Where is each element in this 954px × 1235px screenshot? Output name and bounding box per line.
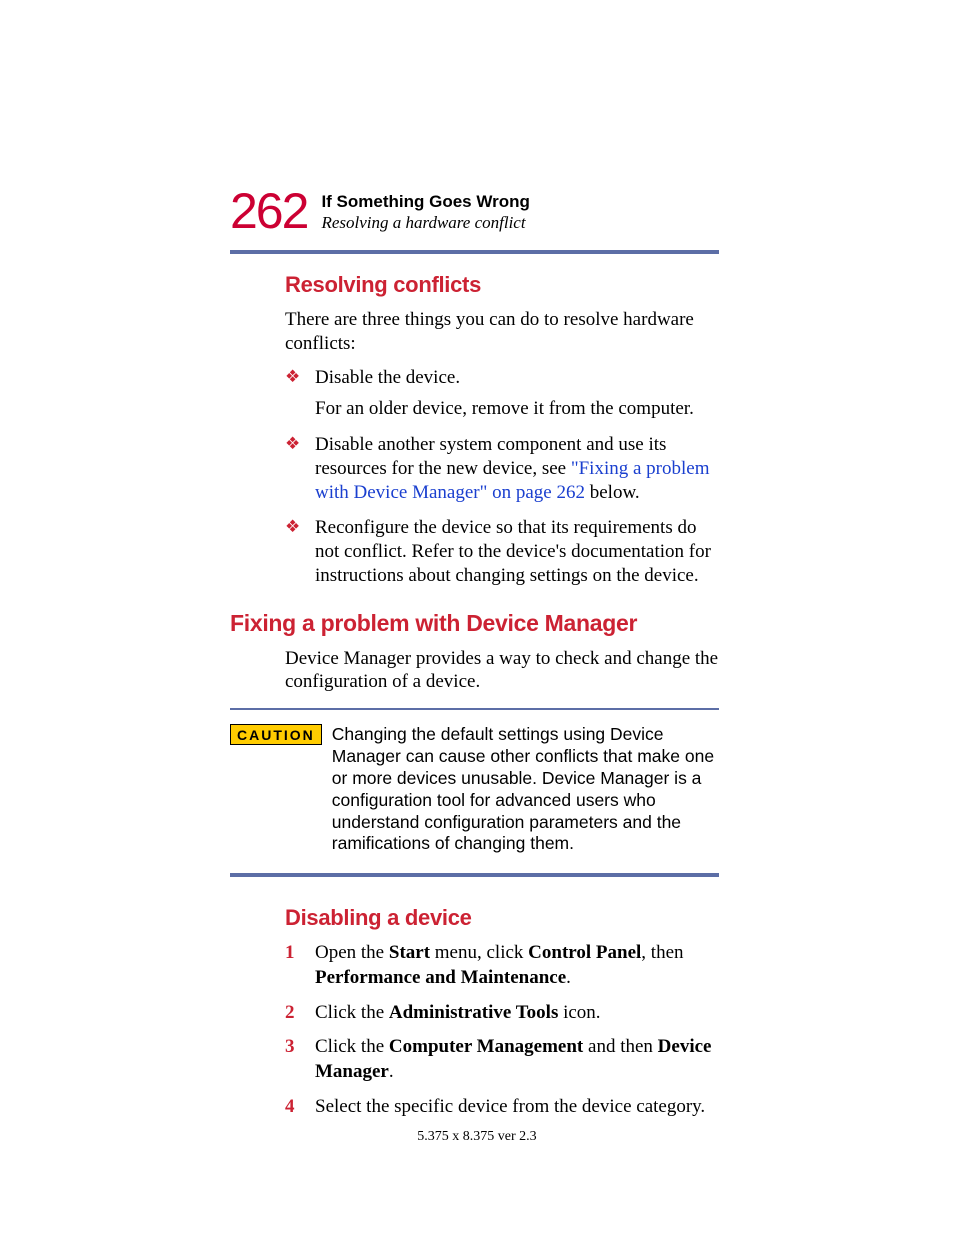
t: menu, click [430,942,528,963]
heading-fixing-problem: Fixing a problem with Device Manager [230,610,719,637]
list-item-text: Disable the device. [315,367,460,388]
list-item-text: Reconfigure the device so that its requi… [315,517,711,586]
bullet-list: Disable the device. For an older device,… [285,366,719,588]
page-header: 262 If Something Goes Wrong Resolving a … [230,190,719,236]
t: Select the specific device from the devi… [315,1096,705,1117]
t-bold: Computer Management [389,1036,583,1057]
heading-resolving-conflicts: Resolving conflicts [285,272,719,298]
t: Open the [315,942,389,963]
divider [230,708,719,710]
t: and then [583,1036,657,1057]
t-bold: Control Panel [528,942,641,963]
list-item-text-post: below. [585,482,640,503]
page-number: 262 [230,186,307,236]
header-titles: If Something Goes Wrong Resolving a hard… [321,190,529,234]
t: icon. [558,1002,600,1023]
t: . [389,1061,394,1082]
t: . [566,967,571,988]
list-item: Disable the device. For an older device,… [285,366,719,422]
t: , then [641,942,683,963]
section-title: Resolving a hardware conflict [321,212,529,234]
numbered-list: Open the Start menu, click Control Panel… [285,941,719,1119]
caution-block: CAUTION Changing the default settings us… [230,724,719,855]
caution-text: Changing the default settings using Devi… [332,724,719,855]
caution-badge: CAUTION [230,724,322,745]
list-item: Disable another system component and use… [285,433,719,504]
heading-disabling-device: Disabling a device [285,905,719,931]
list-item-sub: For an older device, remove it from the … [315,397,719,421]
list-item: Click the Administrative Tools icon. [285,1001,719,1026]
list-item: Select the specific device from the devi… [285,1095,719,1120]
footer-text: 5.375 x 8.375 ver 2.3 [0,1129,954,1145]
t: Click the [315,1002,389,1023]
list-item: Reconfigure the device so that its requi… [285,516,719,587]
divider [230,250,719,254]
t-bold: Administrative Tools [389,1002,558,1023]
list-item: Open the Start menu, click Control Panel… [285,941,719,990]
paragraph: Device Manager provides a way to check a… [285,647,719,695]
list-item: Click the Computer Management and then D… [285,1035,719,1084]
t-bold: Performance and Maintenance [315,967,566,988]
chapter-title: If Something Goes Wrong [321,192,529,212]
page: 262 If Something Goes Wrong Resolving a … [0,0,954,1235]
t: Click the [315,1036,389,1057]
t-bold: Start [389,942,430,963]
divider [230,873,719,877]
paragraph: There are three things you can do to res… [285,308,719,356]
